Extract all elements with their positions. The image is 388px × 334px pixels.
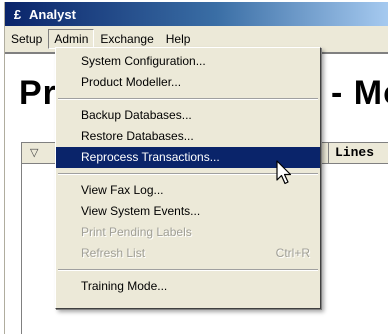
- menu-item-print-pending-labels: Print Pending Labels: [56, 222, 320, 243]
- menu-item-label: Restore Databases...: [81, 129, 194, 143]
- menu-item-restore-databases[interactable]: Restore Databases...: [56, 126, 320, 147]
- menu-admin[interactable]: Admin: [48, 29, 95, 49]
- menu-item-product-modeller[interactable]: Product Modeller...: [56, 72, 320, 93]
- menu-item-backup-databases[interactable]: Backup Databases...: [56, 105, 320, 126]
- menu-item-label: Reprocess Transactions...: [81, 150, 220, 164]
- menu-item-refresh-list: Refresh List Ctrl+R: [56, 243, 320, 264]
- menu-exchange[interactable]: Exchange: [94, 29, 159, 49]
- menu-item-system-configuration[interactable]: System Configuration...: [56, 51, 320, 72]
- menu-separator: [58, 269, 318, 271]
- menu-item-label: View Fax Log...: [81, 183, 164, 197]
- pound-sign-icon: £: [13, 6, 22, 22]
- menu-item-label: Refresh List: [81, 246, 146, 260]
- mouse-pointer-icon: [276, 160, 292, 185]
- menu-item-label: Print Pending Labels: [81, 225, 192, 239]
- menu-item-label: Backup Databases...: [81, 108, 192, 122]
- menu-item-training-mode[interactable]: Training Mode...: [56, 276, 320, 297]
- menu-help[interactable]: Help: [160, 29, 197, 49]
- menu-item-view-system-events[interactable]: View System Events...: [56, 201, 320, 222]
- title-bar[interactable]: £ Analyst: [5, 2, 388, 26]
- menu-item-label: Product Modeller...: [81, 75, 182, 89]
- page-title-right: - Mo: [331, 74, 388, 112]
- column-header-lines[interactable]: Lines: [328, 143, 380, 163]
- menu-item-label: System Configuration...: [81, 54, 206, 68]
- window-title: Analyst: [29, 6, 76, 22]
- menu-setup[interactable]: Setup: [5, 29, 48, 49]
- menu-item-label: View System Events...: [81, 204, 201, 218]
- menu-separator: [58, 98, 318, 100]
- filter-icon[interactable]: ▽: [30, 146, 44, 160]
- menu-item-label: Training Mode...: [81, 279, 168, 293]
- menu-item-shortcut: Ctrl+R: [275, 246, 310, 260]
- page-title-left: Pr: [19, 74, 57, 112]
